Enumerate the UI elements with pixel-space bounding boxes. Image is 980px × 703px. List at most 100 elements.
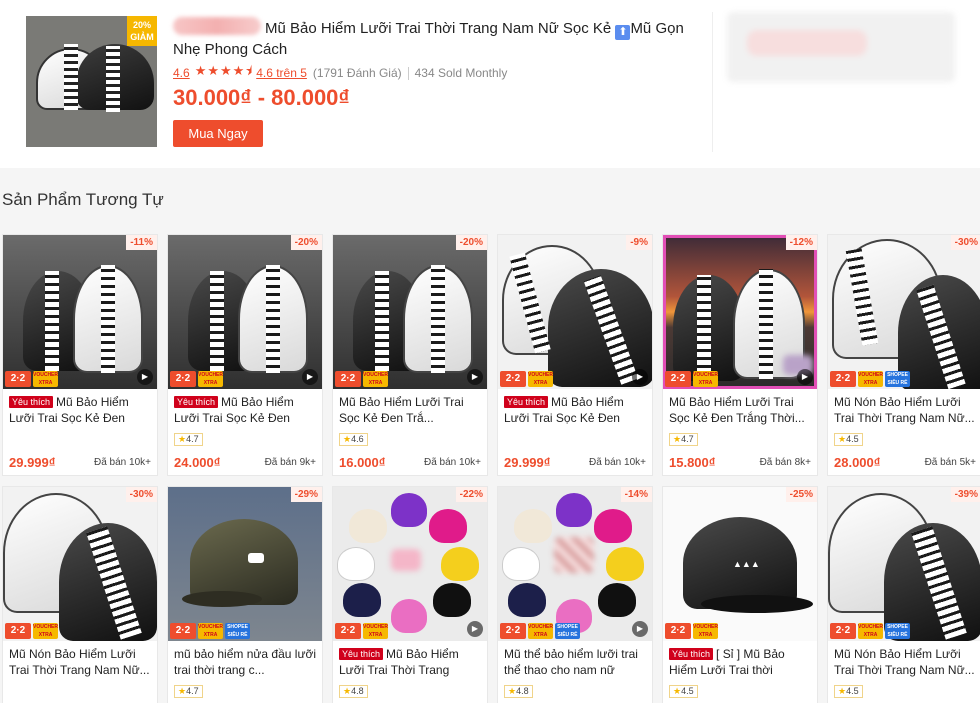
shopee-sieu-re-badge: SHOPEE SIÊU RẺ: [225, 623, 250, 639]
product-name-text: mũ bảo hiểm nửa đầu lưỡi trai thời trang…: [174, 647, 317, 677]
promo-badges: 2·2 VOUCHER XTRA: [335, 623, 388, 639]
featured-product-title[interactable]: Mũ Bảo Hiểm Lưỡi Trai Thời Trang Nam Nữ …: [173, 19, 703, 59]
product-card[interactable]: ▲▲▲ -25% 2·2 VOUCHER XTRA Yêu thích[ Sỉ ] Mũ…: [662, 486, 818, 703]
voucher-xtra-badge: VOUCHER XTRA: [363, 623, 389, 639]
sold-count: Đã bán 10k+: [94, 457, 151, 468]
product-image[interactable]: -12% 2·2 VOUCHER XTRA ▶: [663, 235, 817, 389]
product-name[interactable]: Mũ Bảo Hiểm Lưỡi Trai Sọc Kẻ Đen Trắ...: [339, 394, 483, 426]
featured-title-text: Mũ Bảo Hiểm Lưỡi Trai Thời Trang Nam Nữ …: [265, 20, 612, 37]
star-icon: ★: [178, 434, 187, 444]
product-name[interactable]: mũ bảo hiểm nửa đầu lưỡi trai thời trang…: [174, 646, 318, 678]
promo-badges: 2·2 VOUCHER XTRA: [665, 371, 718, 387]
review-count: (1791 Đánh Giá): [312, 66, 402, 80]
promo-badges: 2·2 VOUCHER XTRA SHOPEE SIÊU RẺ: [830, 371, 910, 387]
rating-value: 4.8: [351, 686, 364, 696]
product-card[interactable]: -39% 2·2 VOUCHER XTRA SHOPEE SIÊU RẺ Mũ Nón …: [827, 486, 980, 703]
product-card[interactable]: -30% 2·2 VOUCHER XTRA SHOPEE SIÊU RẺ Mũ Nón …: [827, 234, 980, 476]
product-image[interactable]: -39% 2·2 VOUCHER XTRA SHOPEE SIÊU RẺ: [828, 487, 980, 641]
rating-value: 4.8: [516, 686, 529, 696]
product-name-text: Mũ Bảo Hiểm Lưỡi Trai Sọc Kẻ Đen Trắ...: [339, 395, 464, 425]
featured-product-image[interactable]: 20% GIẢM: [26, 16, 157, 147]
sale-22-badge: 2·2: [500, 371, 526, 387]
product-card[interactable]: -29% 2·2 VOUCHER XTRA SHOPEE SIÊU RẺ mũ bảo …: [167, 486, 323, 703]
play-video-icon[interactable]: ▶: [467, 621, 483, 637]
product-card[interactable]: -20% 2·2 VOUCHER XTRA ▶ Yêu thích Mũ Bảo Hiểm…: [167, 234, 323, 476]
product-image[interactable]: -30% 2·2 VOUCHER XTRA SHOPEE SIÊU RẺ: [828, 235, 980, 389]
voucher-xtra-badge: VOUCHER XTRA: [528, 371, 554, 387]
shopee-sieu-re-badge: SHOPEE SIÊU RẺ: [555, 623, 580, 639]
product-name[interactable]: Mũ Bảo Hiểm Lưỡi Trai Sọc Kẻ Đen Trắng T…: [669, 394, 813, 426]
product-name[interactable]: Yêu thích Mũ Bảo Hiểm Lưỡi Trai Thời Tran…: [339, 646, 483, 678]
discount-badge: -12%: [785, 235, 817, 250]
discount-badge: -20%: [290, 235, 322, 250]
product-card[interactable]: -30% 2·2 VOUCHER XTRA Mũ Nón Bảo Hiểm Lưỡi …: [2, 486, 158, 703]
rating-badge: ★4.7: [174, 685, 203, 698]
promo-badges: 2·2 VOUCHER XTRA: [335, 371, 388, 387]
sold-count: Đã bán 5k+: [924, 457, 976, 468]
rating-value: 4.5: [681, 686, 694, 696]
product-card[interactable]: -20% 2·2 VOUCHER XTRA ▶ Mũ Bảo Hiểm Lưỡi Tra…: [332, 234, 488, 476]
rating-link[interactable]: 4.6 trên 5: [256, 66, 307, 80]
product-card[interactable]: -9% 2·2 VOUCHER XTRA ▶ Yêu thích Mũ Bảo Hiểm …: [497, 234, 653, 476]
sale-22-badge: 2·2: [170, 623, 196, 639]
blurred-ad: [727, 12, 955, 82]
play-video-icon[interactable]: ▶: [467, 369, 483, 385]
buy-now-button[interactable]: Mua Ngay: [173, 120, 263, 147]
voucher-xtra-badge: VOUCHER XTRA: [693, 371, 719, 387]
product-name-text: Mũ Nón Bảo Hiểm Lưỡi Trai Thời Trang Nam…: [9, 647, 150, 677]
product-image[interactable]: -30% 2·2 VOUCHER XTRA: [3, 487, 157, 641]
product-name[interactable]: Yêu thích[ Sỉ ] Mũ Bảo Hiểm Lưỡi Trai th…: [669, 646, 813, 678]
product-name[interactable]: Mũ Nón Bảo Hiểm Lưỡi Trai Thời Trang Nam…: [834, 394, 978, 426]
divider: [407, 66, 409, 80]
rating-value: 4.7: [681, 434, 694, 444]
product-name[interactable]: Mũ Nón Bảo Hiểm Lưỡi Trai Thời Trang Nam…: [834, 646, 978, 678]
product-image[interactable]: -9% 2·2 VOUCHER XTRA ▶: [498, 235, 652, 389]
discount-badge: -39%: [950, 487, 980, 502]
discount-badge: -9%: [626, 235, 652, 250]
play-video-icon[interactable]: ▶: [632, 369, 648, 385]
rating-badge: ★4.8: [339, 685, 368, 698]
play-video-icon[interactable]: ▶: [632, 621, 648, 637]
product-name[interactable]: Yêu thích Mũ Bảo Hiểm Lưỡi Trai Sọc Kẻ Đe…: [174, 394, 318, 426]
sale-22-badge: 2·2: [170, 371, 196, 387]
product-name[interactable]: Mũ thể bảo hiểm lưỡi trai thể thao cho n…: [504, 646, 648, 678]
play-video-icon[interactable]: ▶: [797, 369, 813, 385]
product-image[interactable]: -20% 2·2 VOUCHER XTRA ▶: [333, 235, 487, 389]
play-video-icon[interactable]: ▶: [137, 369, 153, 385]
product-image[interactable]: -22% 2·2 VOUCHER XTRA ▶: [333, 487, 487, 641]
product-card[interactable]: -14% 2·2 VOUCHER XTRA SHOPEE SIÊU RẺ ▶ Mũ thể…: [497, 486, 653, 703]
favorite-badge: Yêu thích: [339, 648, 384, 660]
product-image[interactable]: -20% 2·2 VOUCHER XTRA ▶: [168, 235, 322, 389]
play-video-icon[interactable]: ▶: [302, 369, 318, 385]
discount-badge: -29%: [290, 487, 322, 502]
product-name[interactable]: Mũ Nón Bảo Hiểm Lưỡi Trai Thời Trang Nam…: [9, 646, 153, 678]
discount-badge: -22%: [455, 487, 487, 502]
product-name[interactable]: Yêu thích Mũ Bảo Hiểm Lưỡi Trai Sọc Kẻ Đe…: [9, 394, 153, 426]
sale-22-badge: 2·2: [5, 371, 31, 387]
voucher-xtra-badge: VOUCHER XTRA: [363, 371, 389, 387]
sale-22-badge: 2·2: [665, 371, 691, 387]
promo-badges: 2·2 VOUCHER XTRA: [5, 623, 58, 639]
promo-badges: 2·2 VOUCHER XTRA: [170, 371, 223, 387]
rating-value: 4.6: [351, 434, 364, 444]
sale-22-badge: 2·2: [335, 623, 361, 639]
star-icon: ★: [343, 434, 352, 444]
product-image[interactable]: -11% 2·2 VOUCHER XTRA ▶: [3, 235, 157, 389]
product-card[interactable]: -11% 2·2 VOUCHER XTRA ▶ Yêu thích Mũ Bảo Hiểm…: [2, 234, 158, 476]
rating-badge: ★4.5: [669, 685, 698, 698]
product-price: 16.000₫: [339, 455, 386, 470]
product-card[interactable]: -22% 2·2 VOUCHER XTRA ▶ Yêu thích Mũ Bảo Hiểm…: [332, 486, 488, 703]
shopee-sieu-re-badge: SHOPEE SIÊU RẺ: [885, 371, 910, 387]
rating-value[interactable]: 4.6: [173, 66, 190, 80]
shopee-sieu-re-badge: SHOPEE SIÊU RẺ: [885, 623, 910, 639]
product-image[interactable]: ▲▲▲ -25% 2·2 VOUCHER XTRA: [663, 487, 817, 641]
product-name[interactable]: Yêu thích Mũ Bảo Hiểm Lưỡi Trai Sọc Kẻ Đe…: [504, 394, 648, 426]
product-image[interactable]: -29% 2·2 VOUCHER XTRA SHOPEE SIÊU RẺ: [168, 487, 322, 641]
favorite-badge: Yêu thích: [9, 396, 54, 408]
product-card[interactable]: -12% 2·2 VOUCHER XTRA ▶ Mũ Bảo Hiểm Lưỡi Tra…: [662, 234, 818, 476]
product-image[interactable]: -14% 2·2 VOUCHER XTRA SHOPEE SIÊU RẺ ▶: [498, 487, 652, 641]
voucher-xtra-badge: VOUCHER XTRA: [858, 371, 884, 387]
rating-row: 4.6 ★★★★⯨ 4.6 trên 5 (1791 Đánh Giá) 434…: [173, 62, 507, 84]
rating-badge: ★4.5: [834, 433, 863, 446]
star-rating-icon: ★★★★⯨: [194, 63, 254, 78]
